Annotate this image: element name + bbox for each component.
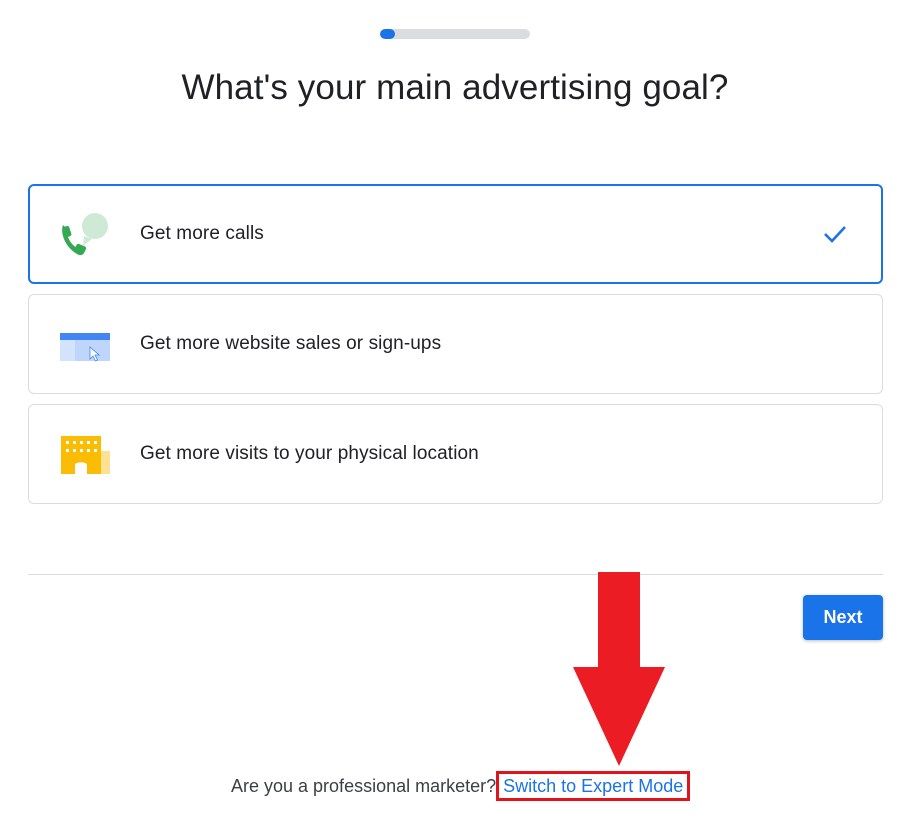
option-label: Get more website sales or sign-ups <box>140 333 442 354</box>
checkmark-icon <box>822 222 848 246</box>
option-get-more-calls[interactable]: Get more calls <box>28 184 883 284</box>
next-button[interactable]: Next <box>803 595 883 640</box>
option-website-sales[interactable]: Get more website sales or sign-ups <box>28 294 883 394</box>
phone-chat-icon <box>57 209 113 261</box>
red-arrow-annotation <box>573 572 665 766</box>
browser-cursor-icon <box>57 319 113 371</box>
page-title: What's your main advertising goal? <box>181 68 729 107</box>
option-label: Get more visits to your physical locatio… <box>140 443 479 464</box>
option-label: Get more calls <box>140 223 264 244</box>
footer-prompt: Are you a professional marketer? <box>231 775 497 796</box>
progress-bar <box>380 29 530 39</box>
storefront-icon <box>57 429 113 481</box>
option-physical-visits[interactable]: Get more visits to your physical locatio… <box>28 404 883 504</box>
divider <box>28 574 883 575</box>
progress-fill <box>380 29 395 39</box>
switch-to-expert-mode-link[interactable]: Switch to Expert Mode <box>496 771 691 801</box>
goal-options: Get more calls Get more website sales or… <box>28 184 883 514</box>
footer: Are you a professional marketer? Switch … <box>231 771 691 801</box>
goal-selection-page: What's your main advertising goal? Get m… <box>0 0 917 825</box>
